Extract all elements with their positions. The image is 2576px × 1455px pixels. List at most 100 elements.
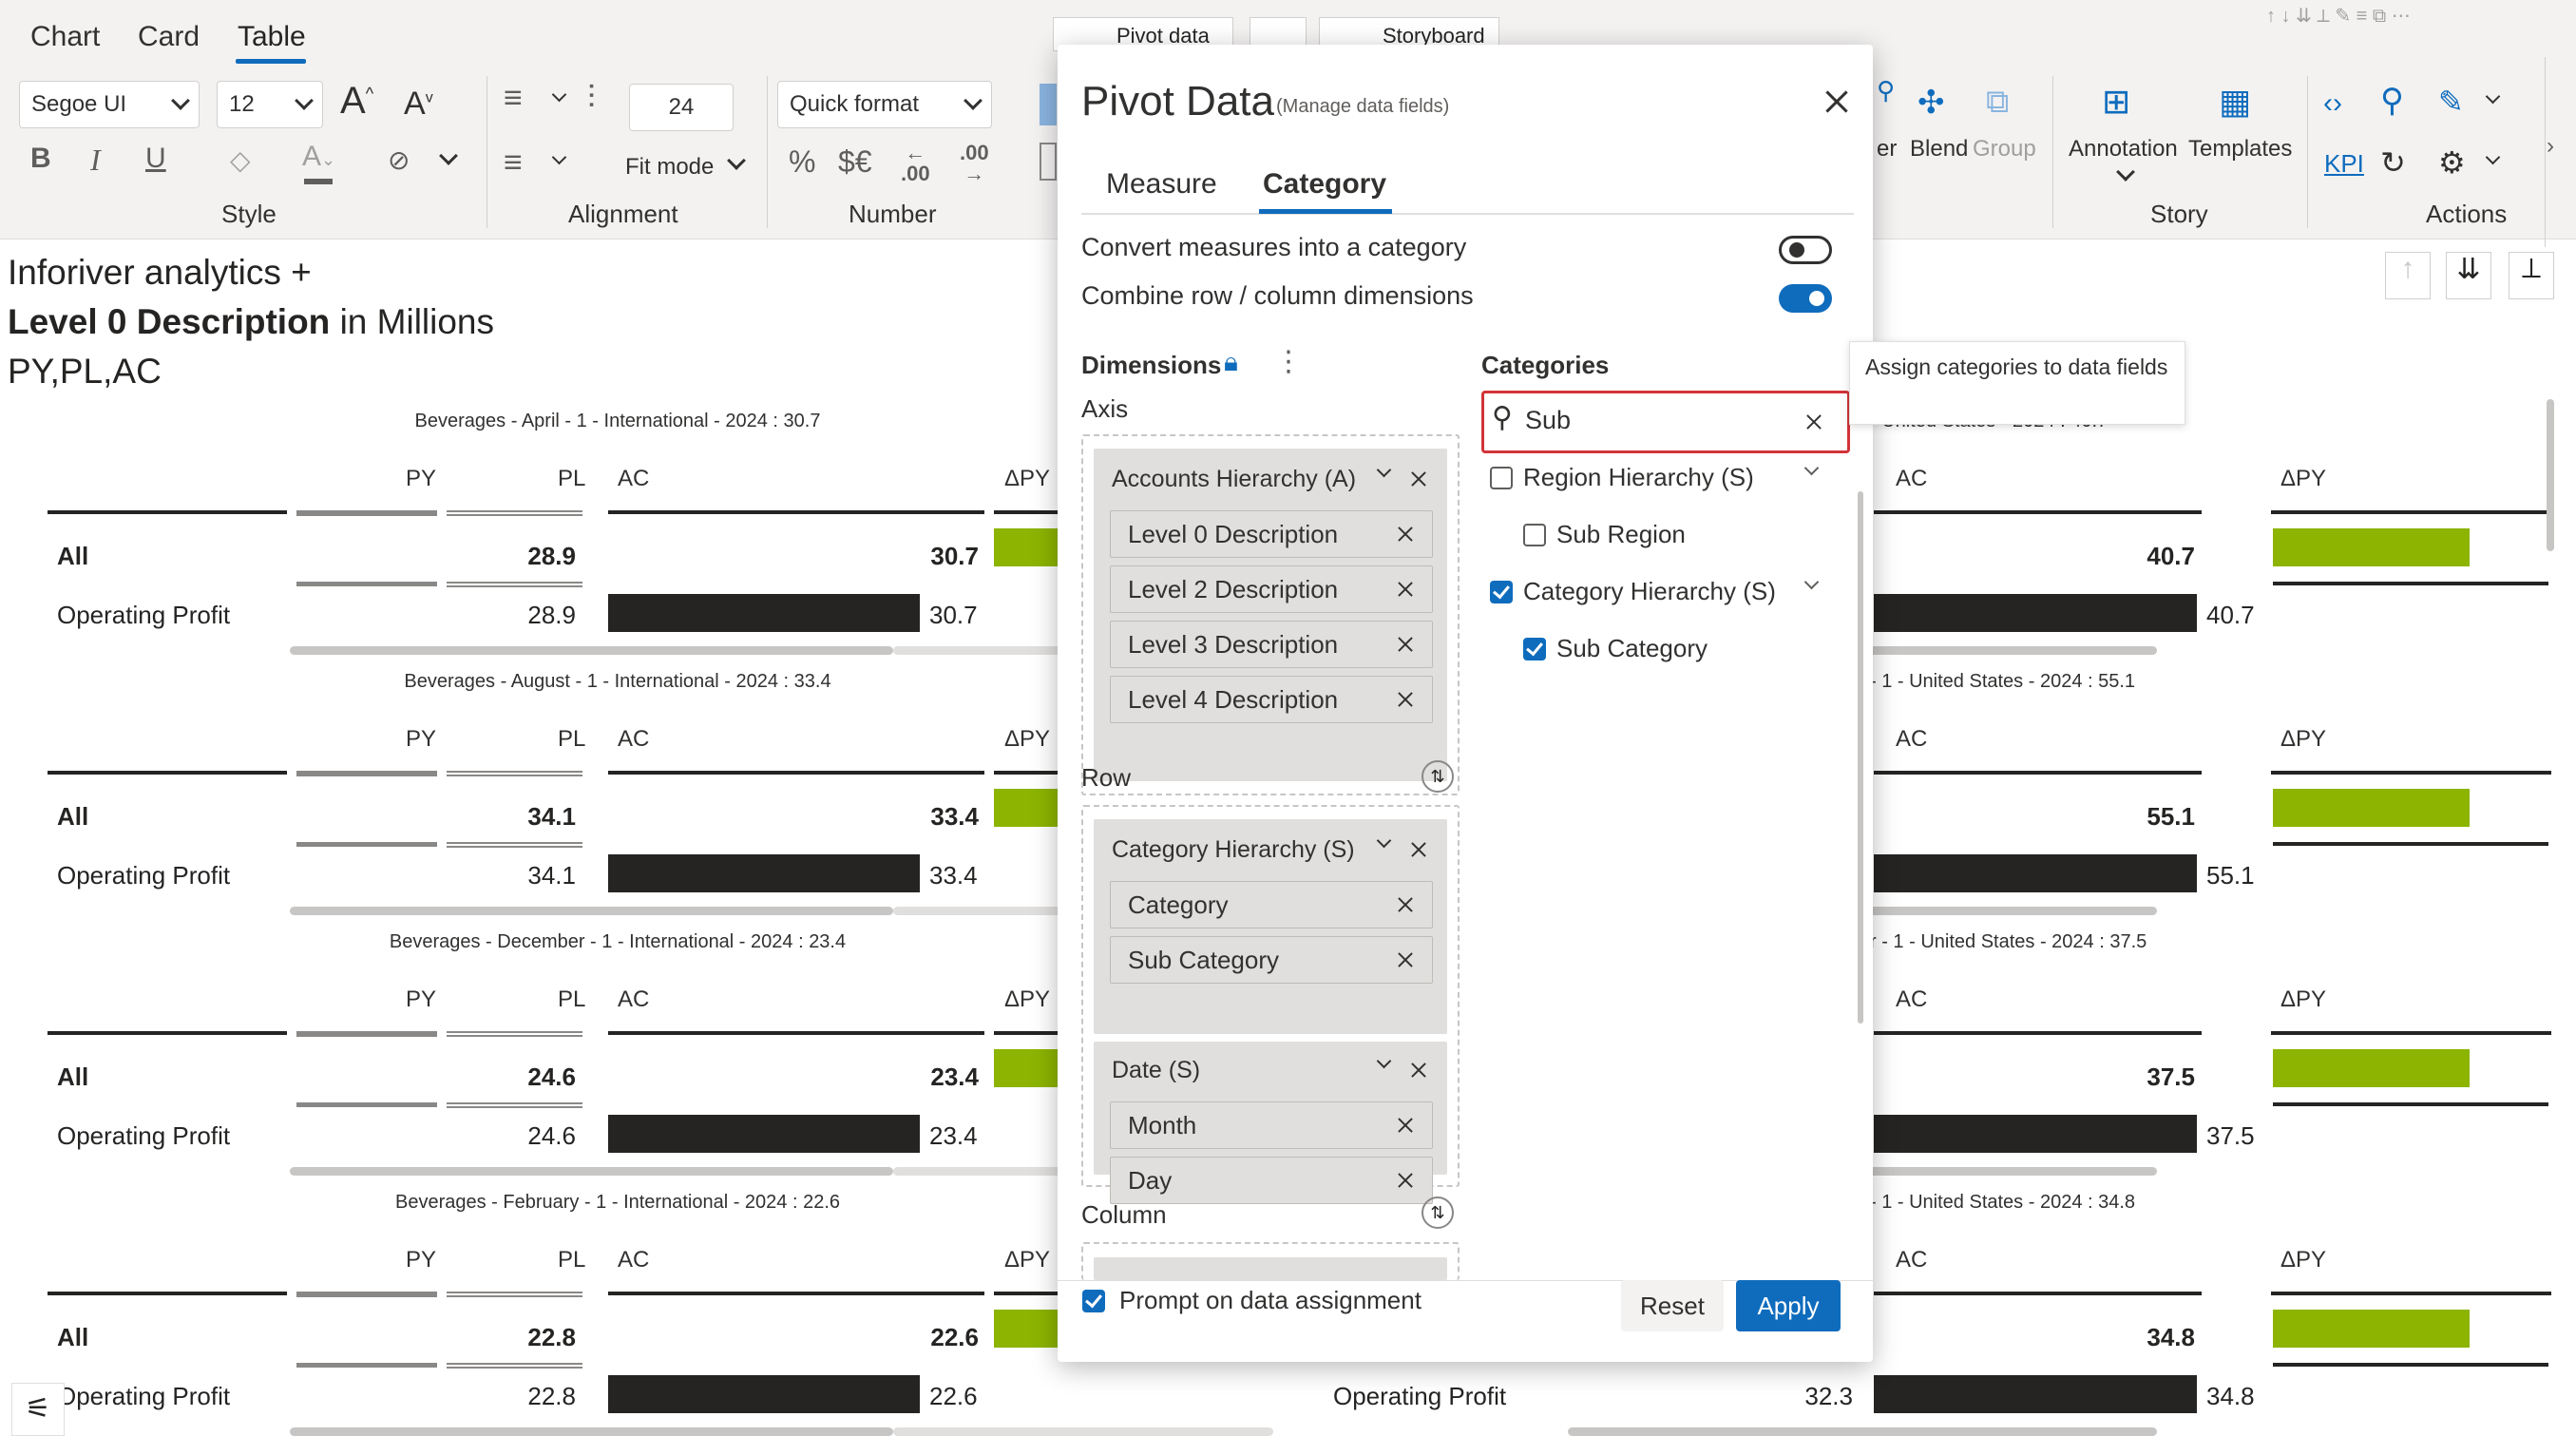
visibility-icon[interactable]: ⊘ bbox=[388, 144, 410, 176]
category-checkbox[interactable] bbox=[1523, 524, 1546, 546]
remove-field-icon[interactable] bbox=[1396, 895, 1415, 914]
field-pill[interactable]: Month bbox=[1110, 1101, 1433, 1149]
templates-button[interactable]: Templates bbox=[2188, 136, 2292, 163]
fit-mode-dropdown[interactable]: Fit mode bbox=[625, 154, 714, 181]
blend-icon[interactable]: ✣ bbox=[1918, 84, 1945, 122]
italic-icon[interactable]: I bbox=[90, 143, 101, 178]
chevron-down-icon[interactable] bbox=[2485, 88, 2501, 105]
category-checkbox[interactable] bbox=[1523, 638, 1546, 660]
swap-icon[interactable]: ⇅ bbox=[1422, 760, 1454, 793]
remove-hierarchy-icon[interactable] bbox=[1409, 840, 1428, 859]
templates-icon[interactable]: ▦ bbox=[2219, 82, 2251, 122]
font-color-icon[interactable]: A⌄ bbox=[302, 141, 335, 173]
category-hierarchy-label[interactable]: Category Hierarchy (S) bbox=[1112, 836, 1355, 864]
search-icon[interactable]: ⚲ bbox=[2380, 82, 2404, 120]
chevron-down-icon[interactable] bbox=[2116, 163, 2135, 182]
tab-category[interactable]: Category bbox=[1263, 168, 1386, 201]
fill-color-icon[interactable]: ◇ bbox=[230, 144, 251, 176]
card-scrollbar[interactable] bbox=[1568, 1427, 2157, 1436]
bold-icon[interactable]: B bbox=[30, 143, 51, 175]
lock-icon[interactable]: 🔒︎ bbox=[1224, 347, 1238, 378]
sort-up-button[interactable]: ↑ bbox=[2385, 252, 2431, 299]
field-pill[interactable]: Level 3 Description bbox=[1110, 621, 1433, 668]
apply-button[interactable]: Apply bbox=[1736, 1280, 1841, 1331]
blend-button[interactable]: Blend bbox=[1910, 136, 1968, 163]
filter-icon[interactable]: ⚲ bbox=[1877, 76, 1895, 105]
currency-icon[interactable]: $€ bbox=[838, 144, 872, 180]
filter-pane-icon[interactable]: ⚟ bbox=[11, 1383, 65, 1436]
annotation-icon[interactable]: ⊞ bbox=[2102, 82, 2130, 122]
op-pl-value: 28.9 bbox=[527, 601, 576, 629]
chevron-down-icon[interactable] bbox=[1803, 574, 1820, 590]
remove-field-icon[interactable] bbox=[1396, 950, 1415, 969]
line-height-icon[interactable]: ⫶ bbox=[587, 80, 596, 117]
field-pill[interactable]: Category bbox=[1110, 881, 1433, 929]
remove-field-icon[interactable] bbox=[1396, 1116, 1415, 1135]
card-scrollbar[interactable] bbox=[290, 1427, 893, 1436]
chevron-down-icon[interactable] bbox=[551, 86, 567, 103]
accounts-hierarchy-label[interactable]: Accounts Hierarchy (A) bbox=[1112, 466, 1356, 493]
remove-field-icon[interactable] bbox=[1396, 690, 1415, 709]
card-scrollbar[interactable] bbox=[290, 1167, 893, 1176]
remove-field-icon[interactable] bbox=[1396, 525, 1415, 544]
report-scrollbar[interactable] bbox=[2547, 399, 2554, 551]
horizontal-align-icon[interactable]: ≡ bbox=[504, 80, 523, 117]
window-controls-icon[interactable]: ↑ ↓ ⇊ ⟂ ✎ ≡ ⧉ ⋯ bbox=[2266, 4, 2411, 28]
card-scrollbar[interactable] bbox=[290, 907, 893, 915]
category-search-input[interactable]: ⚲ Sub bbox=[1481, 391, 1850, 453]
remove-field-icon[interactable] bbox=[1396, 1171, 1415, 1190]
remove-hierarchy-icon[interactable] bbox=[1409, 1061, 1428, 1080]
decrease-font-icon[interactable]: Av bbox=[404, 86, 433, 123]
clear-search-icon[interactable] bbox=[1804, 412, 1823, 431]
increase-decimal-icon[interactable]: .00 → bbox=[960, 143, 989, 184]
refresh-icon[interactable]: ↻ bbox=[2380, 144, 2406, 181]
remove-field-icon[interactable] bbox=[1396, 635, 1415, 654]
combine-dimensions-toggle[interactable] bbox=[1779, 284, 1832, 313]
tab-measure[interactable]: Measure bbox=[1106, 168, 1217, 201]
line-height-input[interactable]: 24 bbox=[629, 84, 734, 131]
paint-brush-icon[interactable]: ✎ bbox=[2438, 84, 2464, 120]
prompt-checkbox[interactable] bbox=[1082, 1290, 1105, 1312]
field-pill[interactable]: Level 2 Description bbox=[1110, 565, 1433, 613]
category-checkbox[interactable] bbox=[1490, 467, 1513, 489]
underline-icon[interactable]: U bbox=[145, 143, 166, 175]
remove-hierarchy-icon[interactable] bbox=[1409, 469, 1428, 488]
field-pill[interactable]: Level 0 Description bbox=[1110, 510, 1433, 558]
field-pill[interactable]: Level 4 Description bbox=[1110, 676, 1433, 723]
tab-card[interactable]: Card bbox=[138, 21, 200, 53]
field-pill[interactable]: Day bbox=[1110, 1157, 1433, 1204]
card-scrollbar[interactable] bbox=[290, 646, 893, 655]
font-size-dropdown[interactable]: 12 bbox=[217, 81, 323, 128]
chevron-down-icon[interactable] bbox=[551, 149, 567, 165]
increase-font-icon[interactable]: A^ bbox=[340, 80, 373, 123]
code-icon[interactable]: ‹› bbox=[2323, 87, 2342, 120]
kpi-button[interactable]: KPI bbox=[2324, 149, 2364, 179]
remove-field-icon[interactable] bbox=[1396, 580, 1415, 599]
category-checkbox[interactable] bbox=[1490, 581, 1513, 603]
chevron-down-icon[interactable] bbox=[439, 146, 458, 165]
annotation-button[interactable]: Annotation bbox=[2069, 136, 2178, 163]
swap-icon[interactable]: ⇅ bbox=[1422, 1197, 1454, 1229]
chevron-down-icon[interactable] bbox=[727, 151, 746, 170]
tab-chart[interactable]: Chart bbox=[30, 21, 100, 53]
convert-measures-toggle[interactable] bbox=[1779, 236, 1832, 264]
vertical-align-icon[interactable]: ≡ bbox=[504, 144, 523, 182]
more-options-icon[interactable]: ⋮ bbox=[1274, 345, 1303, 378]
settings-icon[interactable]: ⚙ bbox=[2438, 144, 2466, 181]
field-pill[interactable]: Sub Category bbox=[1110, 936, 1433, 984]
percent-icon[interactable]: % bbox=[789, 144, 815, 180]
close-icon[interactable] bbox=[1822, 87, 1851, 116]
tab-table[interactable]: Table bbox=[238, 21, 306, 53]
date-hierarchy-label[interactable]: Date (S) bbox=[1112, 1057, 1200, 1084]
quick-format-dropdown[interactable]: Quick format bbox=[777, 81, 992, 128]
decrease-decimal-icon[interactable]: ← .00 bbox=[901, 143, 930, 184]
chevron-right-icon[interactable]: › bbox=[2547, 133, 2554, 160]
drill-down-button[interactable]: ⟂ bbox=[2509, 252, 2554, 299]
font-family-dropdown[interactable]: Segoe UI bbox=[19, 81, 200, 128]
reset-button[interactable]: Reset bbox=[1621, 1280, 1724, 1331]
dpy-bar bbox=[994, 1310, 1058, 1348]
chevron-down-icon[interactable] bbox=[2485, 149, 2501, 165]
dialog-scrollbar[interactable] bbox=[1858, 491, 1863, 1024]
expand-all-button[interactable]: ⇊ bbox=[2446, 252, 2491, 299]
chevron-down-icon[interactable] bbox=[1803, 460, 1820, 476]
